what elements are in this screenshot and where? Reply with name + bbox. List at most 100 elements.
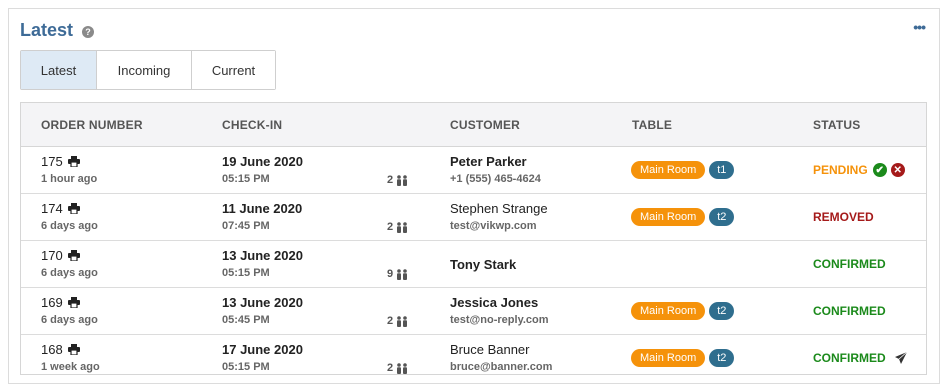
order-age: 1 week ago: [41, 361, 100, 373]
guests-icon: [397, 315, 408, 327]
guests-number: 2: [387, 221, 394, 233]
status-cell: CONFIRMED: [813, 351, 908, 365]
checkin-cell: 11 June 2020 07:45 PM: [222, 201, 302, 232]
order-cell: 174 6 days ago: [41, 201, 98, 232]
table-row[interactable]: 169 6 days ago 13 June 2020 05:45 PM 2 Jessic…: [21, 288, 926, 335]
guests-icon: [397, 174, 408, 186]
guests-number: 9: [387, 268, 394, 280]
customer-contact: test@no-reply.com: [450, 314, 549, 326]
table-cell: Main Room t1: [631, 161, 738, 179]
status-cell: CONFIRMED: [813, 304, 886, 318]
tab-incoming[interactable]: Incoming: [97, 51, 192, 89]
customer-contact: bruce@banner.com: [450, 361, 553, 373]
customer-cell: Tony Stark: [450, 257, 516, 272]
tab-latest[interactable]: Latest: [21, 51, 97, 89]
order-number[interactable]: 174: [41, 201, 63, 216]
checkin-date: 11 June 2020: [222, 201, 303, 216]
order-age: 6 days ago: [41, 267, 98, 279]
customer-name: Bruce Banner: [450, 342, 530, 357]
panel-title: Latest: [20, 20, 74, 40]
question-icon[interactable]: ?: [82, 25, 95, 38]
checkin-cell: 13 June 2020 05:45 PM: [222, 295, 303, 326]
table-body: 175 1 hour ago 19 June 2020 05:15 PM 2 Peter …: [21, 147, 926, 382]
checkin-time: 05:15 PM: [222, 267, 270, 279]
status-cell: REMOVED: [813, 210, 874, 224]
table-row[interactable]: 168 1 week ago 17 June 2020 05:15 PM 2 Bruce …: [21, 335, 926, 382]
room-badge: Main Room: [631, 208, 706, 226]
reject-icon[interactable]: ✕: [890, 163, 905, 177]
header-order-number[interactable]: ORDER NUMBER: [41, 118, 143, 132]
table-header: ORDER NUMBER CHECK-IN CUSTOMER TABLE STA…: [21, 103, 926, 147]
room-badge: Main Room: [631, 302, 706, 320]
checkin-time: 05:15 PM: [222, 173, 270, 185]
order-cell: 175 1 hour ago: [41, 154, 97, 185]
checkin-date: 17 June 2020: [222, 342, 303, 357]
latest-panel: Latest ? ••• Latest Incoming Current ORD…: [8, 8, 940, 384]
header-customer[interactable]: CUSTOMER: [450, 118, 520, 132]
tab-current[interactable]: Current: [192, 51, 275, 89]
table-badge: t1: [709, 161, 735, 179]
header-check-in[interactable]: CHECK-IN: [222, 118, 282, 132]
customer-cell: Bruce Banner bruce@banner.com: [450, 342, 552, 373]
checkin-time: 05:15 PM: [222, 361, 270, 373]
ellipsis-icon[interactable]: •••: [913, 20, 926, 34]
checkin-cell: 17 June 2020 05:15 PM: [222, 342, 303, 373]
table-cell: Main Room t2: [631, 302, 738, 320]
order-cell: 169 6 days ago: [41, 295, 98, 326]
order-number[interactable]: 175: [41, 154, 63, 169]
order-number[interactable]: 168: [41, 342, 63, 357]
checkin-date: 13 June 2020: [222, 248, 303, 263]
customer-name: Tony Stark: [450, 257, 517, 272]
status-label: CONFIRMED: [813, 351, 886, 365]
customer-cell: Peter Parker +1 (555) 465-4624: [450, 154, 541, 185]
order-age: 1 hour ago: [41, 173, 98, 185]
room-badge: Main Room: [631, 161, 706, 179]
guests-number: 2: [387, 315, 394, 327]
table-cell: Main Room t2: [631, 349, 738, 367]
guests-number: 2: [387, 362, 394, 374]
customer-name: Jessica Jones: [450, 295, 539, 310]
room-badge: Main Room: [631, 349, 706, 367]
guests-count: 2: [387, 221, 409, 233]
header-status[interactable]: STATUS: [813, 118, 860, 132]
checkin-date: 13 June 2020: [222, 295, 303, 310]
table-badge: t2: [709, 208, 735, 226]
order-cell: 170 6 days ago: [41, 248, 98, 279]
customer-contact: test@vikwp.com: [450, 220, 537, 232]
approve-icon[interactable]: ✔: [872, 163, 887, 177]
checkin-cell: 13 June 2020 05:15 PM: [222, 248, 303, 279]
status-label: REMOVED: [813, 210, 874, 224]
print-icon[interactable]: [67, 344, 80, 355]
order-number[interactable]: 169: [41, 295, 63, 310]
print-icon[interactable]: [67, 156, 80, 167]
order-number[interactable]: 170: [41, 248, 63, 263]
table-cell: Main Room t2: [631, 208, 738, 226]
print-icon[interactable]: [67, 203, 80, 214]
order-age: 6 days ago: [41, 220, 98, 232]
guests-icon: [397, 268, 408, 280]
customer-name: Stephen Strange: [450, 201, 548, 216]
print-icon[interactable]: [67, 297, 80, 308]
guests-count: 2: [387, 174, 409, 186]
status-cell: PENDING ✔ ✕: [813, 163, 905, 177]
table-row[interactable]: 170 6 days ago 13 June 2020 05:15 PM 9 Tony S…: [21, 241, 926, 288]
tab-bar: Latest Incoming Current: [20, 50, 276, 90]
send-icon[interactable]: [894, 351, 908, 365]
guests-icon: [397, 221, 408, 233]
status-cell: CONFIRMED: [813, 257, 886, 271]
guests-count: 2: [387, 362, 409, 374]
table-row[interactable]: 174 6 days ago 11 June 2020 07:45 PM 2 Stephe…: [21, 194, 926, 241]
guests-count: 2: [387, 315, 409, 327]
table-badge: t2: [709, 349, 735, 367]
guests-number: 2: [387, 174, 394, 186]
checkin-time: 05:45 PM: [222, 314, 270, 326]
status-label: PENDING: [813, 163, 868, 177]
header-table[interactable]: TABLE: [632, 118, 672, 132]
print-icon[interactable]: [67, 250, 80, 261]
order-age: 6 days ago: [41, 314, 98, 326]
status-label: CONFIRMED: [813, 257, 886, 271]
order-cell: 168 1 week ago: [41, 342, 100, 373]
table-row[interactable]: 175 1 hour ago 19 June 2020 05:15 PM 2 Peter …: [21, 147, 926, 194]
status-label: CONFIRMED: [813, 304, 886, 318]
orders-table: ORDER NUMBER CHECK-IN CUSTOMER TABLE STA…: [20, 102, 927, 375]
